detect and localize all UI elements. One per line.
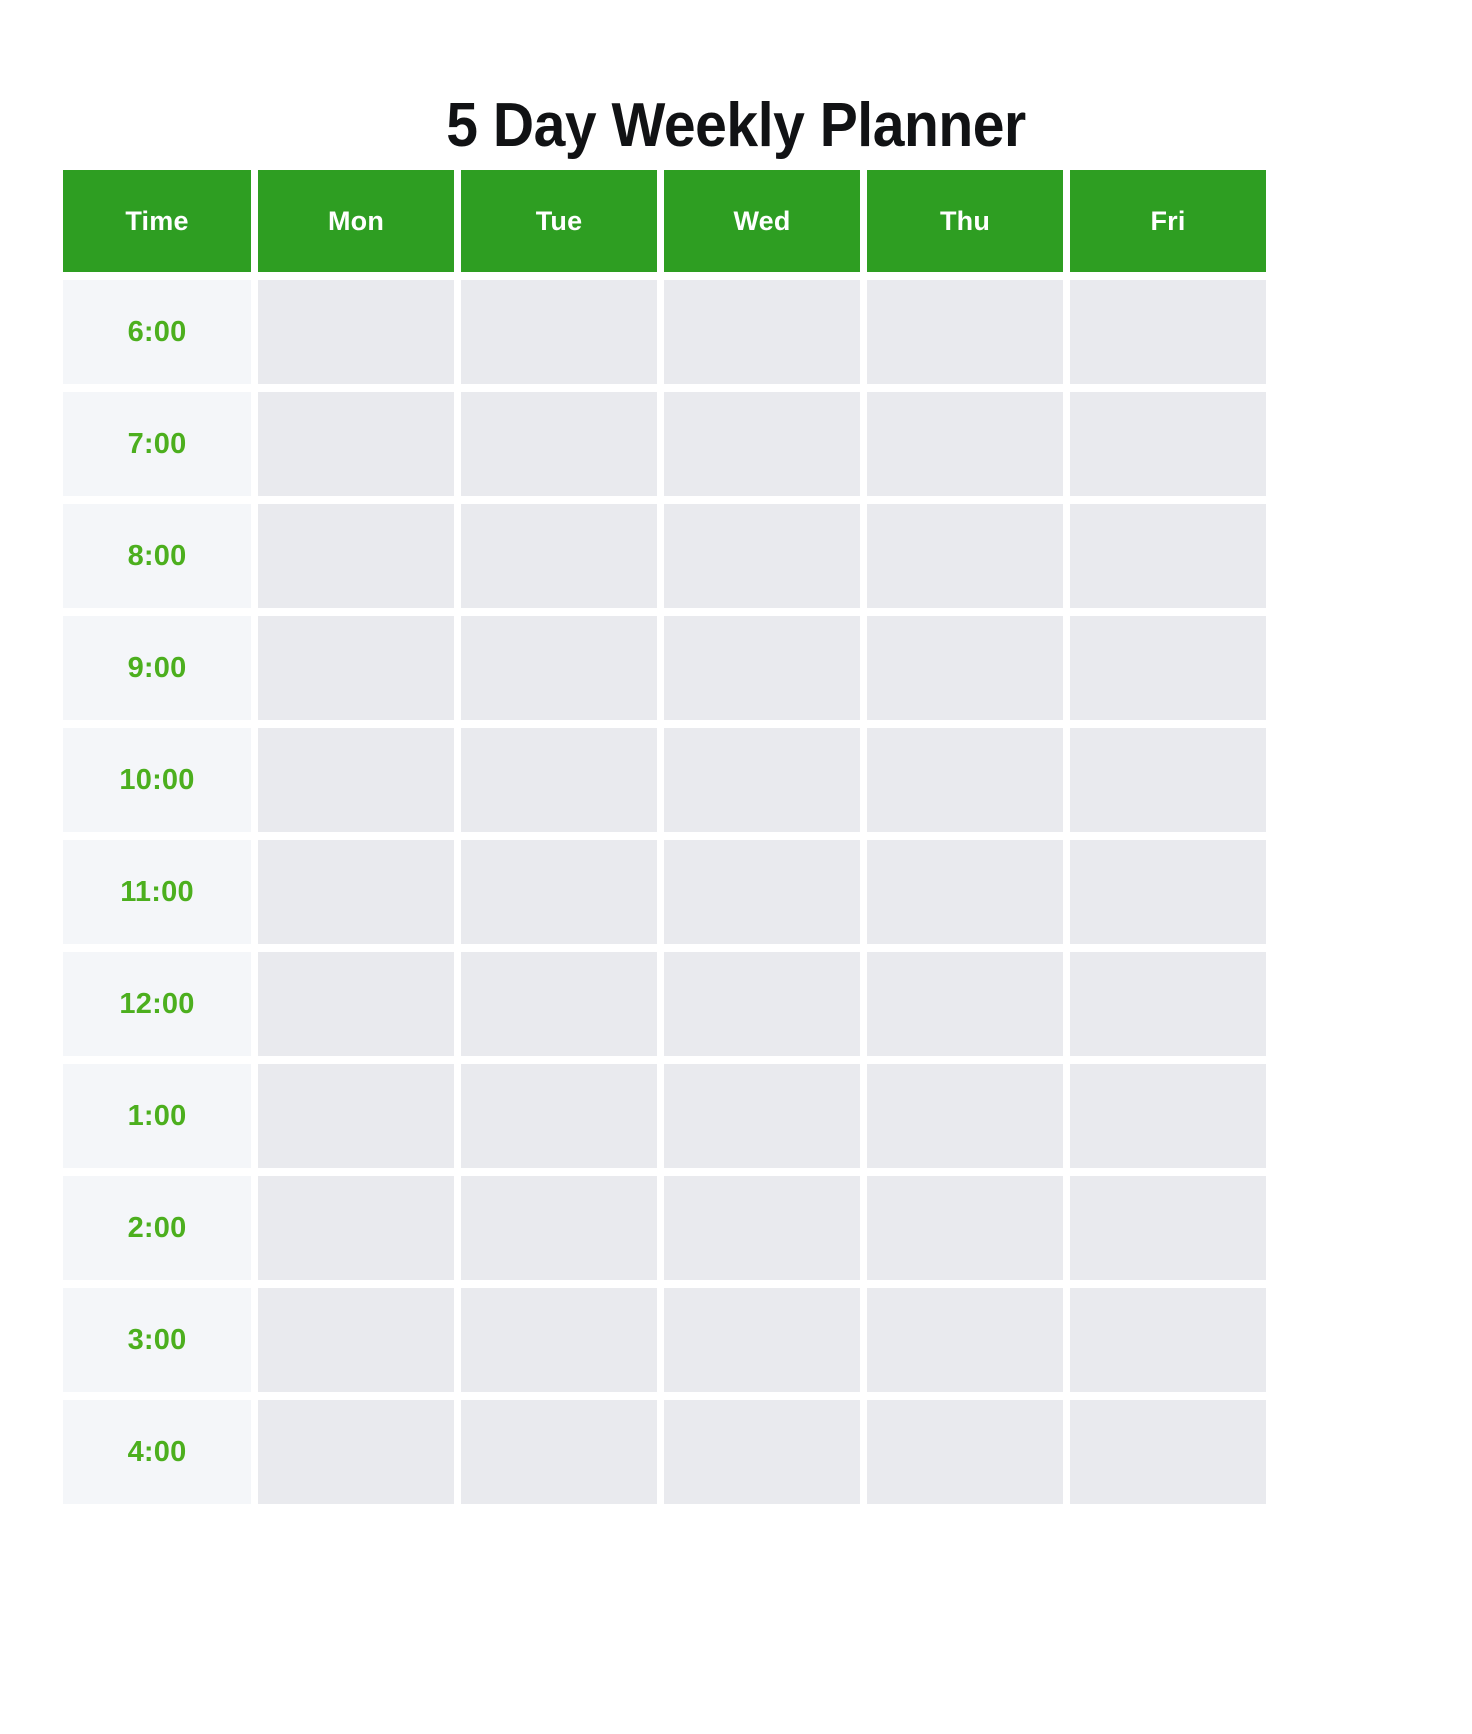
slot-cell-thu[interactable] bbox=[867, 1064, 1063, 1168]
slot-cell-fri[interactable] bbox=[1070, 952, 1266, 1056]
table-row: 6:00 bbox=[63, 280, 1266, 384]
column-header-wed[interactable]: Wed bbox=[664, 170, 860, 272]
slot-cell-tue[interactable] bbox=[461, 840, 657, 944]
column-header-tue[interactable]: Tue bbox=[461, 170, 657, 272]
slot-cell-tue[interactable] bbox=[461, 1400, 657, 1504]
slot-cell-wed[interactable] bbox=[664, 1400, 860, 1504]
page-title: 5 Day Weekly Planner bbox=[446, 90, 1026, 160]
table-row: 2:00 bbox=[63, 1176, 1266, 1280]
slot-cell-fri[interactable] bbox=[1070, 1064, 1266, 1168]
time-label-cell: 4:00 bbox=[63, 1400, 251, 1504]
slot-cell-wed[interactable] bbox=[664, 504, 860, 608]
table-row: 3:00 bbox=[63, 1288, 1266, 1392]
slot-cell-wed[interactable] bbox=[664, 280, 860, 384]
slot-cell-fri[interactable] bbox=[1070, 840, 1266, 944]
column-header-mon[interactable]: Mon bbox=[258, 170, 454, 272]
table-row: 7:00 bbox=[63, 392, 1266, 496]
slot-cell-wed[interactable] bbox=[664, 616, 860, 720]
slot-cell-mon[interactable] bbox=[258, 1064, 454, 1168]
slot-cell-wed[interactable] bbox=[664, 728, 860, 832]
slot-cell-wed[interactable] bbox=[664, 952, 860, 1056]
slot-cell-fri[interactable] bbox=[1070, 1400, 1266, 1504]
slot-cell-mon[interactable] bbox=[258, 392, 454, 496]
slot-cell-tue[interactable] bbox=[461, 616, 657, 720]
time-label-cell: 9:00 bbox=[63, 616, 251, 720]
time-label-cell: 6:00 bbox=[63, 280, 251, 384]
slot-cell-tue[interactable] bbox=[461, 952, 657, 1056]
time-label-cell: 1:00 bbox=[63, 1064, 251, 1168]
slot-cell-fri[interactable] bbox=[1070, 504, 1266, 608]
table-row: 1:00 bbox=[63, 1064, 1266, 1168]
table-row: 10:00 bbox=[63, 728, 1266, 832]
planner-page: 5 Day Weekly Planner Time Mon Tue Wed Thu Fri… bbox=[0, 0, 1472, 1734]
planner-table: Time Mon Tue Wed Thu Fri 6:00 7:00 8:00 9:00 10:0… bbox=[63, 170, 1266, 1512]
time-label-cell: 8:00 bbox=[63, 504, 251, 608]
slot-cell-thu[interactable] bbox=[867, 280, 1063, 384]
slot-cell-tue[interactable] bbox=[461, 280, 657, 384]
slot-cell-thu[interactable] bbox=[867, 952, 1063, 1056]
slot-cell-mon[interactable] bbox=[258, 616, 454, 720]
column-header-time[interactable]: Time bbox=[63, 170, 251, 272]
slot-cell-mon[interactable] bbox=[258, 1400, 454, 1504]
slot-cell-mon[interactable] bbox=[258, 952, 454, 1056]
slot-cell-thu[interactable] bbox=[867, 1288, 1063, 1392]
table-row: 9:00 bbox=[63, 616, 1266, 720]
slot-cell-mon[interactable] bbox=[258, 1288, 454, 1392]
column-header-thu[interactable]: Thu bbox=[867, 170, 1063, 272]
slot-cell-tue[interactable] bbox=[461, 504, 657, 608]
table-body: 6:00 7:00 8:00 9:00 10:00 11:00 12:00 1:00 2:00 3… bbox=[63, 280, 1266, 1504]
slot-cell-fri[interactable] bbox=[1070, 1288, 1266, 1392]
time-label-cell: 7:00 bbox=[63, 392, 251, 496]
table-header-row: Time Mon Tue Wed Thu Fri bbox=[63, 170, 1266, 272]
slot-cell-tue[interactable] bbox=[461, 1064, 657, 1168]
table-row: 11:00 bbox=[63, 840, 1266, 944]
slot-cell-fri[interactable] bbox=[1070, 728, 1266, 832]
slot-cell-wed[interactable] bbox=[664, 392, 860, 496]
column-header-fri[interactable]: Fri bbox=[1070, 170, 1266, 272]
slot-cell-mon[interactable] bbox=[258, 840, 454, 944]
slot-cell-mon[interactable] bbox=[258, 280, 454, 384]
slot-cell-fri[interactable] bbox=[1070, 392, 1266, 496]
slot-cell-wed[interactable] bbox=[664, 1288, 860, 1392]
slot-cell-thu[interactable] bbox=[867, 504, 1063, 608]
slot-cell-fri[interactable] bbox=[1070, 616, 1266, 720]
table-row: 4:00 bbox=[63, 1400, 1266, 1504]
slot-cell-thu[interactable] bbox=[867, 728, 1063, 832]
slot-cell-thu[interactable] bbox=[867, 840, 1063, 944]
slot-cell-tue[interactable] bbox=[461, 1176, 657, 1280]
slot-cell-tue[interactable] bbox=[461, 1288, 657, 1392]
slot-cell-wed[interactable] bbox=[664, 1176, 860, 1280]
slot-cell-tue[interactable] bbox=[461, 392, 657, 496]
slot-cell-thu[interactable] bbox=[867, 616, 1063, 720]
slot-cell-tue[interactable] bbox=[461, 728, 657, 832]
time-label-cell: 10:00 bbox=[63, 728, 251, 832]
time-label-cell: 12:00 bbox=[63, 952, 251, 1056]
time-label-cell: 2:00 bbox=[63, 1176, 251, 1280]
time-label-cell: 11:00 bbox=[63, 840, 251, 944]
slot-cell-mon[interactable] bbox=[258, 504, 454, 608]
slot-cell-wed[interactable] bbox=[664, 840, 860, 944]
slot-cell-thu[interactable] bbox=[867, 1176, 1063, 1280]
slot-cell-mon[interactable] bbox=[258, 1176, 454, 1280]
time-label-cell: 3:00 bbox=[63, 1288, 251, 1392]
table-row: 12:00 bbox=[63, 952, 1266, 1056]
slot-cell-thu[interactable] bbox=[867, 392, 1063, 496]
table-row: 8:00 bbox=[63, 504, 1266, 608]
slot-cell-thu[interactable] bbox=[867, 1400, 1063, 1504]
slot-cell-wed[interactable] bbox=[664, 1064, 860, 1168]
slot-cell-fri[interactable] bbox=[1070, 1176, 1266, 1280]
slot-cell-fri[interactable] bbox=[1070, 280, 1266, 384]
slot-cell-mon[interactable] bbox=[258, 728, 454, 832]
